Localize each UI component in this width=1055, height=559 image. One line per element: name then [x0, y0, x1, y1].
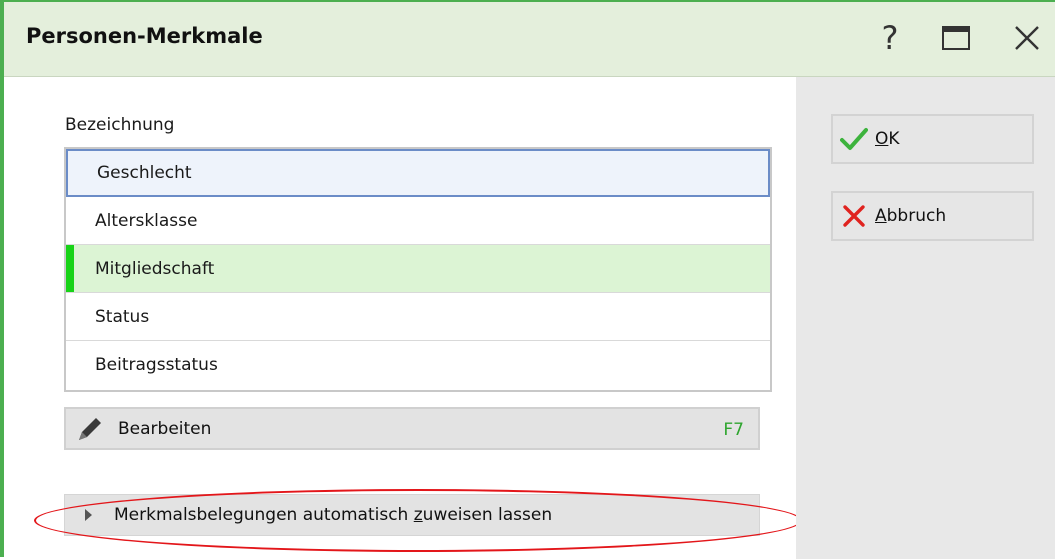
- active-marker: [66, 245, 74, 292]
- checkmark-icon: [839, 124, 869, 154]
- expander-label: Merkmalsbelegungen automatisch zuweisen …: [114, 505, 553, 525]
- ok-button-label: OK: [875, 129, 900, 149]
- cancel-button[interactable]: Abbruch: [831, 191, 1034, 241]
- cancel-button-label: Abbruch: [875, 206, 947, 226]
- bezeichnung-label: Bezeichnung: [65, 115, 175, 135]
- pencil-icon: [72, 411, 108, 447]
- cross-icon: [839, 201, 869, 231]
- window-title: Personen-Merkmale: [26, 24, 263, 48]
- close-icon[interactable]: [1007, 18, 1047, 58]
- list-item-label: Mitgliedschaft: [95, 258, 215, 279]
- maximize-icon[interactable]: [936, 18, 976, 58]
- edit-button[interactable]: Bearbeiten F7: [64, 407, 760, 450]
- list-item-label: Altersklasse: [95, 210, 198, 231]
- help-icon[interactable]: ?: [870, 18, 910, 58]
- list-item-label: Beitragsstatus: [95, 355, 218, 375]
- list-item-label: Geschlecht: [97, 163, 192, 183]
- ok-button[interactable]: OK: [831, 114, 1034, 164]
- shortcut-key: F7: [723, 420, 744, 440]
- feature-listbox[interactable]: Geschlecht Altersklasse Mitgliedschaft S…: [64, 147, 772, 392]
- auto-assign-expander[interactable]: Merkmalsbelegungen automatisch zuweisen …: [64, 494, 760, 536]
- list-item[interactable]: Geschlecht: [66, 149, 770, 197]
- list-item[interactable]: Mitgliedschaft: [66, 245, 770, 293]
- dialog-window: Personen-Merkmale ? Bezeichnung Geschlec…: [0, 0, 1055, 559]
- expand-triangle-icon: [85, 509, 92, 521]
- list-item-label: Status: [95, 306, 150, 327]
- list-item[interactable]: Beitragsstatus: [66, 341, 770, 389]
- button-panel: OK Abbruch: [796, 77, 1055, 559]
- list-item[interactable]: Altersklasse: [66, 197, 770, 245]
- title-bar: Personen-Merkmale ?: [4, 2, 1055, 77]
- edit-button-label: Bearbeiten: [118, 418, 212, 439]
- list-item[interactable]: Status: [66, 293, 770, 341]
